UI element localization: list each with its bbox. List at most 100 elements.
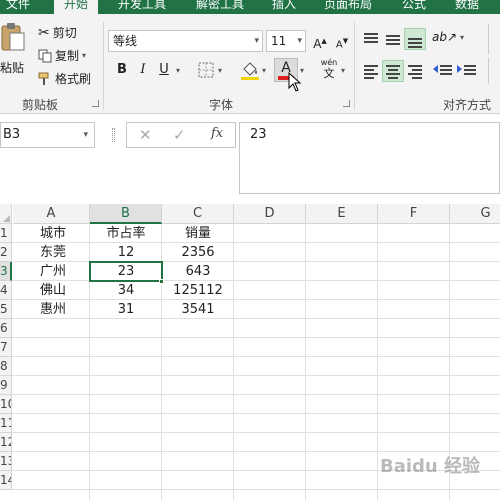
cell-b1[interactable]: 市占率: [90, 224, 162, 243]
insert-function-icon[interactable]: fx: [211, 126, 223, 141]
cell-c5[interactable]: 3541: [162, 300, 234, 319]
cell-a1[interactable]: 城市: [40, 224, 66, 243]
increase-indent-button[interactable]: [456, 60, 478, 82]
cell-a2[interactable]: 东莞: [40, 243, 66, 262]
row-header-6[interactable]: 6: [0, 319, 12, 338]
scissors-icon: ✂: [38, 24, 50, 41]
row-header-3[interactable]: 3: [0, 262, 12, 281]
gridline: [12, 413, 500, 414]
row-header-8[interactable]: 8: [0, 357, 12, 376]
orientation-dropdown-icon[interactable]: ▾: [460, 33, 464, 42]
tab-data[interactable]: 数据: [455, 0, 479, 14]
row-header-2[interactable]: 2: [0, 243, 12, 262]
cell-c3[interactable]: 643: [162, 262, 234, 281]
merge-center-button[interactable]: [488, 58, 500, 84]
tab-page-layout[interactable]: 页面布局: [324, 0, 372, 14]
font-name-combo[interactable]: 等线 ▾: [108, 30, 263, 52]
underline-dropdown-icon[interactable]: ▾: [176, 66, 180, 75]
gridline: [12, 337, 500, 338]
group-divider: [354, 22, 355, 110]
fill-handle[interactable]: [159, 279, 164, 284]
align-left-button[interactable]: [360, 60, 382, 82]
clipboard-launcher-icon[interactable]: [92, 100, 99, 107]
tab-formulas[interactable]: 公式: [402, 0, 426, 14]
format-painter-button[interactable]: 格式刷: [38, 70, 91, 87]
paintbrush-icon: [38, 72, 49, 85]
cell-b5[interactable]: 31: [90, 300, 162, 319]
tab-insert[interactable]: 插入: [272, 0, 296, 14]
row-header-7[interactable]: 7: [0, 338, 12, 357]
column-header-g[interactable]: G: [450, 204, 500, 224]
wrap-text-button[interactable]: [488, 24, 500, 54]
group-divider: [103, 22, 104, 110]
column-header-a[interactable]: A: [13, 204, 90, 224]
cell-b4[interactable]: 34: [90, 281, 162, 300]
column-header-f[interactable]: F: [378, 204, 450, 224]
formula-input[interactable]: 23: [239, 122, 500, 194]
font-name-value: 等线: [113, 34, 138, 48]
paste-button[interactable]: 粘贴: [0, 22, 26, 76]
font-launcher-icon[interactable]: [343, 100, 350, 107]
row-header-1[interactable]: 1: [0, 224, 12, 243]
row-header-12[interactable]: 12: [0, 433, 12, 452]
column-header-e[interactable]: E: [306, 204, 378, 224]
fill-color-dropdown-icon[interactable]: ▾: [262, 66, 266, 75]
cell-c4[interactable]: 125112: [162, 281, 234, 300]
tab-file[interactable]: 文件: [6, 0, 30, 14]
row-header-5[interactable]: 5: [0, 300, 12, 319]
copy-dropdown-icon[interactable]: ▾: [82, 51, 86, 60]
row-header-13[interactable]: 13: [0, 452, 12, 471]
cell-c1[interactable]: 销量: [162, 224, 234, 243]
cell-b2[interactable]: 12: [90, 243, 162, 262]
bold-button[interactable]: B: [112, 60, 132, 80]
select-all-corner[interactable]: [0, 204, 12, 224]
gridline: [12, 280, 500, 281]
row-header-10[interactable]: 10: [0, 395, 12, 414]
cell-a4[interactable]: 佛山: [40, 281, 66, 300]
row-header-4[interactable]: 4: [0, 281, 12, 300]
cell-c2[interactable]: 2356: [162, 243, 234, 262]
tab-home[interactable]: 开始: [54, 0, 99, 14]
clipboard-group-label: 剪贴板: [22, 98, 59, 112]
row-header-14[interactable]: 14: [0, 471, 12, 490]
increase-font-size-button[interactable]: A▲: [310, 31, 330, 51]
fill-color-icon[interactable]: [240, 59, 260, 81]
borders-dropdown-icon[interactable]: ▾: [218, 66, 222, 75]
align-middle-button[interactable]: [382, 28, 404, 50]
row-header-11[interactable]: 11: [0, 414, 12, 433]
row-header-9[interactable]: 9: [0, 376, 12, 395]
decrease-font-size-button[interactable]: A▼: [332, 31, 352, 51]
align-right-button[interactable]: [404, 60, 426, 82]
mouse-pointer-icon: [288, 72, 302, 92]
font-size-combo[interactable]: 11 ▾: [266, 30, 306, 52]
enter-check-icon[interactable]: ✓: [173, 126, 186, 144]
align-center-button[interactable]: [382, 60, 404, 82]
decrease-indent-button[interactable]: [432, 60, 454, 82]
name-box[interactable]: B3 ▾: [0, 122, 95, 148]
copy-label: 复制: [55, 49, 80, 63]
formula-content: 23: [250, 127, 267, 142]
cell-a5[interactable]: 惠州: [40, 300, 66, 319]
italic-button[interactable]: I: [133, 60, 153, 80]
align-top-button[interactable]: [360, 28, 382, 50]
format-painter-label: 格式刷: [55, 72, 92, 86]
chevron-down-icon: ▾: [297, 36, 302, 46]
column-header-b[interactable]: B: [90, 204, 162, 224]
tab-developer[interactable]: 开发工具: [118, 0, 166, 14]
underline-button[interactable]: U: [154, 60, 174, 80]
arrow-left-icon: [433, 65, 438, 73]
tab-decrypt-tools[interactable]: 解密工具: [196, 0, 244, 14]
column-header-d[interactable]: D: [234, 204, 306, 224]
phonetic-button[interactable]: wén 文: [320, 58, 338, 80]
cancel-icon[interactable]: ✕: [139, 126, 152, 144]
align-bottom-button[interactable]: [404, 28, 426, 50]
cut-button[interactable]: ✂ 剪切: [38, 24, 77, 41]
cell-a3[interactable]: 广州: [40, 262, 66, 281]
phonetic-dropdown-icon[interactable]: ▾: [341, 66, 345, 75]
borders-icon[interactable]: [198, 62, 214, 78]
active-cell-selection[interactable]: [89, 261, 163, 282]
formula-bar-splitter[interactable]: [112, 128, 115, 142]
orientation-button[interactable]: ab↗ ▾: [432, 30, 464, 44]
copy-button[interactable]: 复制 ▾: [38, 47, 86, 64]
column-header-c[interactable]: C: [162, 204, 234, 224]
